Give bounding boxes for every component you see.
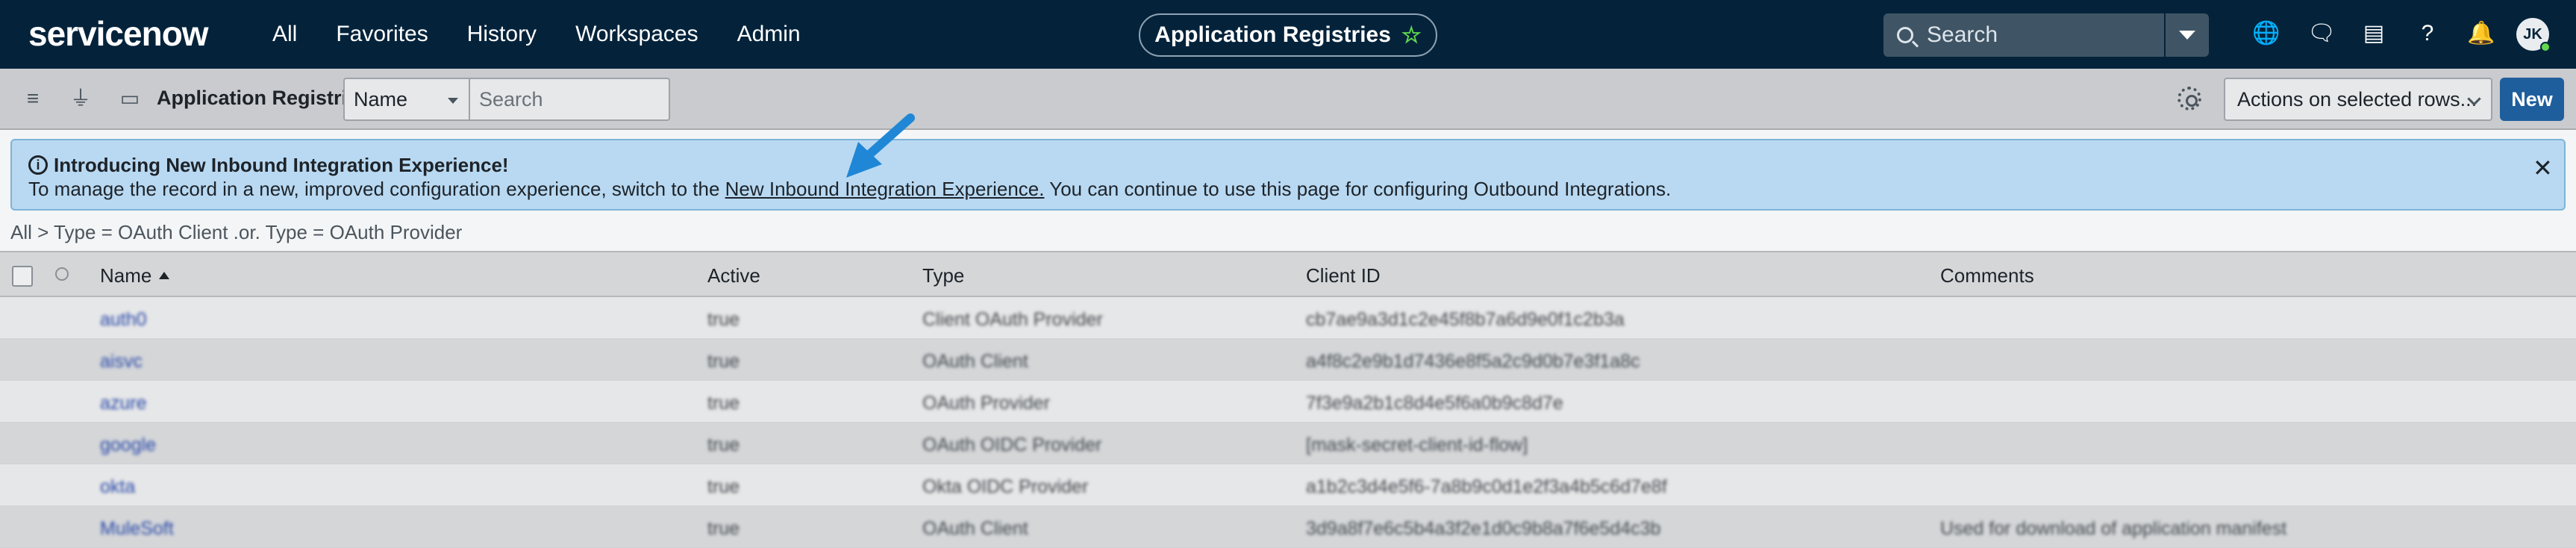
cell-type: Okta OIDC Provider xyxy=(922,476,1089,497)
table-row[interactable]: auth0 true Client OAuth Provider cb7ae9a… xyxy=(0,297,2576,339)
list-title: Application Registries xyxy=(157,87,370,109)
actions-select[interactable]: Actions on selected rows... xyxy=(2224,78,2492,121)
list-controls-bar: ≡ ⏚ ▭ Application Registries Name Search… xyxy=(0,69,2576,130)
table-header: Name Active Type Client ID Comments xyxy=(0,251,2576,297)
search-icon xyxy=(1897,27,1913,43)
scratchpad-icon[interactable]: ▤ xyxy=(2361,21,2386,46)
globe-icon[interactable]: 🌐 xyxy=(2252,21,2280,46)
search-field-select[interactable]: Name xyxy=(343,78,470,121)
nav-favorites[interactable]: Favorites xyxy=(336,22,428,47)
cell-active: true xyxy=(707,476,740,497)
cell-name[interactable]: azure xyxy=(100,393,147,414)
cell-comments: Used for download of application manifes… xyxy=(1940,518,2287,539)
avatar-initials: JK xyxy=(2523,25,2542,43)
cell-name[interactable]: MuleSoft xyxy=(100,518,174,540)
column-header-comments[interactable]: Comments xyxy=(1940,264,2034,287)
top-navigation: servicenow All Favorites History Workspa… xyxy=(0,0,2576,69)
cell-name[interactable]: google xyxy=(100,435,156,456)
favorite-star-icon[interactable]: ☆ xyxy=(1401,22,1422,49)
presence-dot xyxy=(2540,42,2551,52)
nav-history[interactable]: History xyxy=(467,22,537,47)
cell-type: Client OAuth Provider xyxy=(922,309,1103,330)
column-header-active[interactable]: Active xyxy=(707,264,760,287)
cell-client-id: cb7ae9a3d1c2e45f8b7a6d9e0f1c2b3a xyxy=(1306,309,1625,330)
banner-message-after: You can continue to use this page for co… xyxy=(1044,178,1672,200)
help-icon[interactable]: ? xyxy=(2415,21,2440,46)
cell-active: true xyxy=(707,435,740,455)
activity-stream-icon[interactable]: ▭ xyxy=(116,85,143,112)
banner-message-before: To manage the record in a new, improved … xyxy=(28,178,725,200)
select-all-checkbox[interactable] xyxy=(12,266,33,287)
global-search-label: Search xyxy=(1927,22,1998,47)
notifications-bell-icon[interactable]: 🔔 xyxy=(2467,21,2495,46)
table-row[interactable]: okta true Okta OIDC Provider a1b2c3d4e5f… xyxy=(0,464,2576,506)
chat-icon[interactable]: 🗨 xyxy=(2307,21,2336,46)
column-header-client-id[interactable]: Client ID xyxy=(1306,264,1381,287)
servicenow-logo[interactable]: servicenow xyxy=(28,13,209,54)
cell-type: OAuth Provider xyxy=(922,393,1050,414)
cell-type: OAuth Client xyxy=(922,518,1028,539)
cell-client-id: a4f8c2e9b1d7436e8f5a2c9d0b7e3f1a8c xyxy=(1306,351,1640,372)
cell-name[interactable]: aisvc xyxy=(100,351,143,373)
column-label-name: Name xyxy=(100,264,152,287)
global-search-input[interactable]: Search xyxy=(1883,13,2164,57)
cell-client-id: a1b2c3d4e5f6-7a8b9c0d1e2f3a4b5c6d7e8f xyxy=(1306,476,1667,497)
cell-active: true xyxy=(707,518,740,539)
app-title: Application Registries xyxy=(1154,22,1391,47)
new-button[interactable]: New xyxy=(2500,78,2564,121)
cell-active: true xyxy=(707,309,740,330)
breadcrumb[interactable]: All > Type = OAuth Client .or. Type = OA… xyxy=(10,221,462,244)
list-settings-gear-icon[interactable] xyxy=(2178,87,2201,110)
cell-name[interactable]: okta xyxy=(100,476,135,498)
cell-active: true xyxy=(707,393,740,414)
table-row[interactable]: aisvc true OAuth Client a4f8c2e9b1d7436e… xyxy=(0,339,2576,381)
cell-active: true xyxy=(707,351,740,372)
nav-workspaces[interactable]: Workspaces xyxy=(575,22,698,47)
cell-client-id: 7f3e9a2b1c8d4e5f6a0b9c8d7e xyxy=(1306,393,1563,414)
search-scope-dropdown[interactable] xyxy=(2166,13,2209,57)
cell-name[interactable]: auth0 xyxy=(100,309,147,331)
cell-type: OAuth Client xyxy=(922,351,1028,372)
sort-ascending-icon xyxy=(159,272,170,279)
cell-client-id: [mask-secret-client-id-flow] xyxy=(1306,435,1528,455)
column-header-type[interactable]: Type xyxy=(922,264,964,287)
cell-client-id: 3d9a8f7e6c5b4a3f2e1d0c9b8a7f6e5d4c3b xyxy=(1306,518,1661,539)
info-banner: i Introducing New Inbound Integration Ex… xyxy=(10,139,2566,211)
close-icon[interactable]: ✕ xyxy=(2533,154,2553,182)
user-avatar[interactable]: JK xyxy=(2516,18,2551,52)
nav-admin[interactable]: Admin xyxy=(737,22,801,47)
annotation-arrow-icon xyxy=(846,113,915,178)
app-title-pill[interactable]: Application Registries ☆ xyxy=(1139,13,1437,57)
info-icon: i xyxy=(28,155,48,175)
table-row[interactable]: google true OAuth OIDC Provider [mask-se… xyxy=(0,423,2576,464)
nav-all[interactable]: All xyxy=(272,22,297,47)
column-header-name[interactable]: Name xyxy=(100,264,170,287)
hamburger-menu-icon[interactable]: ≡ xyxy=(19,85,46,112)
cell-type: OAuth OIDC Provider xyxy=(922,435,1102,455)
column-search-icon[interactable] xyxy=(55,267,69,281)
list-search-input[interactable]: Search xyxy=(469,78,670,121)
filter-icon[interactable]: ⏚ xyxy=(67,85,94,112)
banner-title: Introducing New Inbound Integration Expe… xyxy=(54,154,509,176)
nav-links: All Favorites History Workspaces Admin xyxy=(272,0,840,69)
table-row[interactable]: azure true OAuth Provider 7f3e9a2b1c8d4e… xyxy=(0,381,2576,423)
